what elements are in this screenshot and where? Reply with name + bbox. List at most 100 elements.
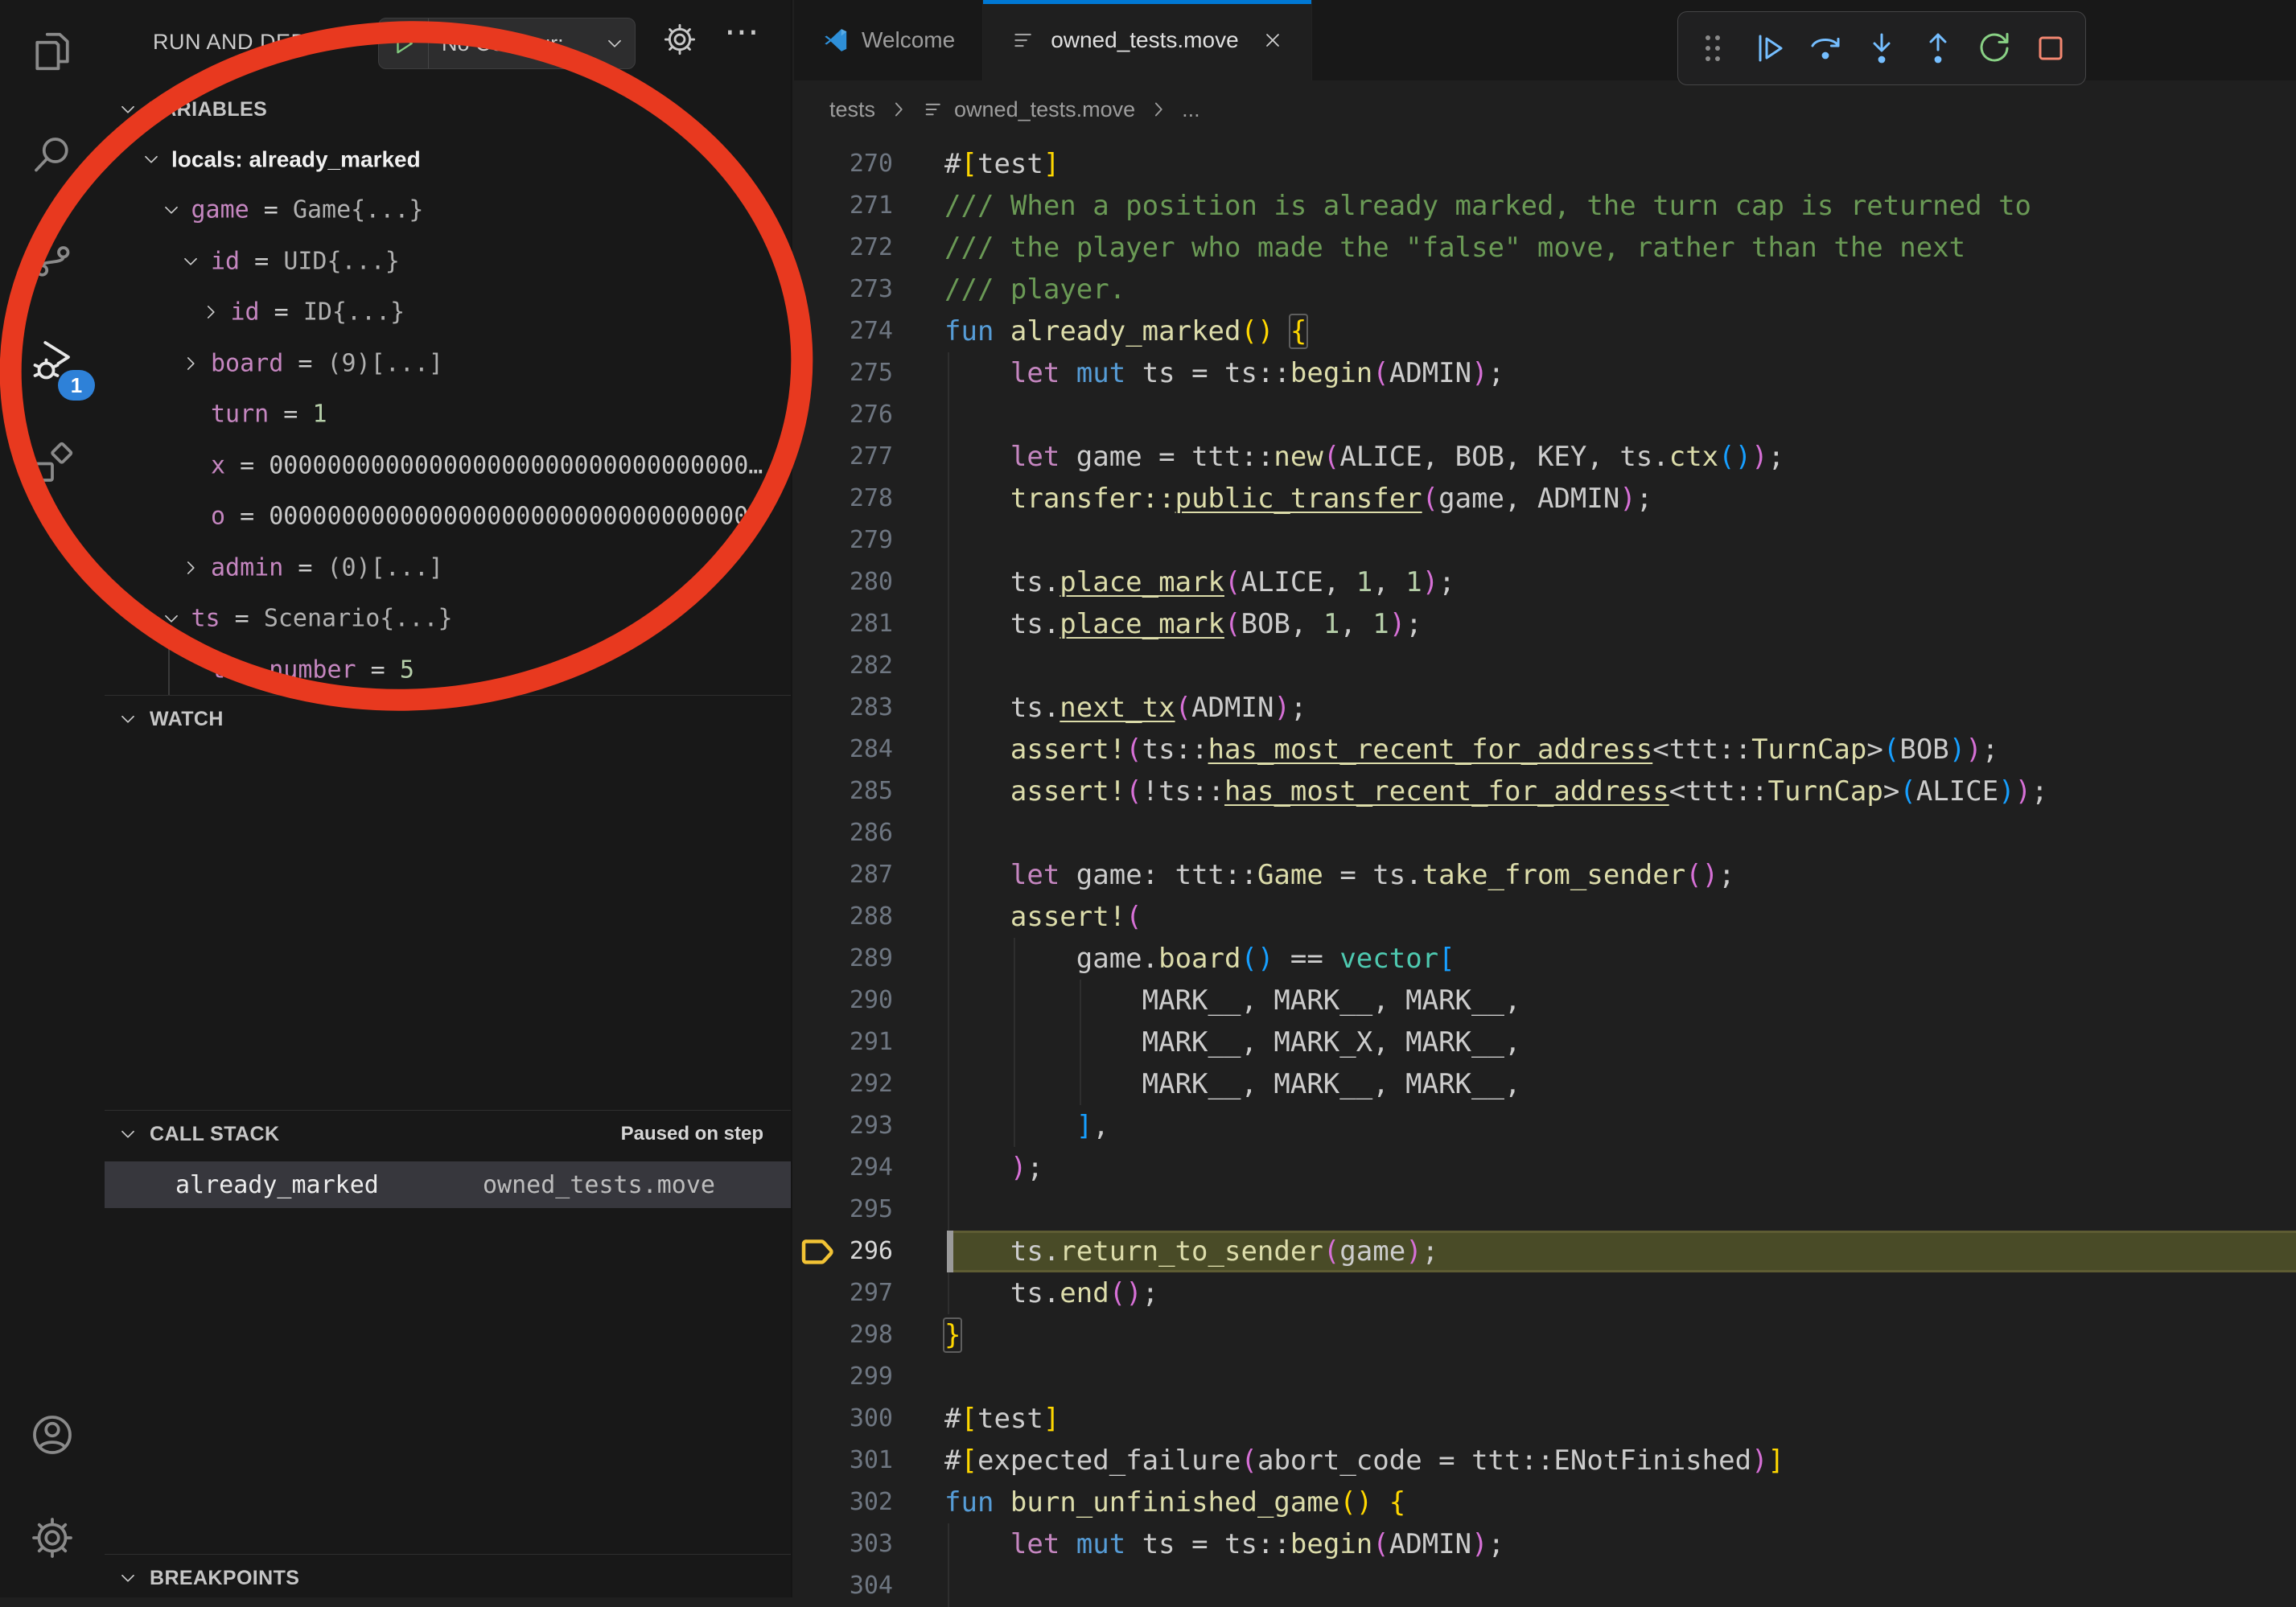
line-number[interactable]: 294 [804,1147,893,1189]
watch-section-header[interactable]: WATCH [105,697,791,742]
breakpoints-section-header[interactable]: BREAKPOINTS [105,1556,791,1601]
line-number[interactable]: 280 [804,561,893,603]
line-number[interactable]: 300 [804,1398,893,1440]
line-number[interactable]: 296 [804,1231,893,1272]
line-number[interactable]: 297 [804,1272,893,1314]
activity-item-account[interactable] [0,1383,105,1486]
variable-row-txn_number[interactable]: txn_number = 5 [105,644,791,696]
code-line-302[interactable]: 302fun burn_unfinished_game() { [794,1482,2296,1523]
close-icon[interactable] [1261,29,1284,51]
activity-item-settings[interactable] [0,1486,105,1589]
line-number[interactable]: 284 [804,729,893,771]
line-number[interactable]: 303 [804,1523,893,1565]
variable-row-o[interactable]: o = 000000000000000000000000000000000… [105,491,791,543]
line-number[interactable]: 275 [804,352,893,394]
step-out-button[interactable] [1910,17,1966,80]
line-number[interactable]: 298 [804,1314,893,1356]
variables-scope-row[interactable]: locals: already_marked [105,134,791,185]
activity-item-extensions[interactable] [0,412,105,515]
code-line-293[interactable]: 293 ], [794,1105,2296,1147]
line-number[interactable]: 292 [804,1063,893,1105]
variable-row-game[interactable]: game = Game{...} [105,185,791,236]
code-line-300[interactable]: 300#[test] [794,1398,2296,1440]
activity-item-search[interactable] [0,103,105,206]
code-line-294[interactable]: 294 ); [794,1147,2296,1189]
code-line-286[interactable]: 286 [794,812,2296,854]
code-line-283[interactable]: 283 ts.next_tx(ADMIN); [794,687,2296,729]
line-number[interactable]: 287 [804,854,893,896]
code-line-291[interactable]: 291 MARK__, MARK_X, MARK__, [794,1021,2296,1063]
line-number[interactable]: 285 [804,771,893,812]
line-number[interactable]: 299 [804,1356,893,1398]
code-line-284[interactable]: 284 assert!(ts::has_most_recent_for_addr… [794,729,2296,771]
code-line-275[interactable]: 275 let mut ts = ts::begin(ADMIN); [794,352,2296,394]
variables-section-header[interactable]: VARIABLES [105,87,791,132]
variable-row-board[interactable]: board = (9)[...] [105,338,791,389]
line-number[interactable]: 278 [804,478,893,520]
more-actions-icon[interactable]: ⋯ [724,11,759,52]
code-line-276[interactable]: 276 [794,394,2296,436]
breadcrumb-item[interactable]: ... [1182,97,1200,122]
activity-item-explorer[interactable] [0,0,105,103]
line-number[interactable]: 302 [804,1482,893,1523]
code-line-287[interactable]: 287 let game: ttt::Game = ts.take_from_s… [794,854,2296,896]
code-line-278[interactable]: 278 transfer::public_transfer(game, ADMI… [794,478,2296,520]
code-line-274[interactable]: 274fun already_marked() { [794,310,2296,352]
activity-item-source-control[interactable] [0,206,105,309]
breadcrumb-item[interactable]: owned_tests.move [954,97,1135,122]
line-number[interactable]: 282 [804,645,893,687]
code-line-299[interactable]: 299 [794,1356,2296,1398]
code-line-273[interactable]: 273/// player. [794,269,2296,310]
line-number[interactable]: 273 [804,269,893,310]
call-stack-section-header[interactable]: CALL STACK Paused on step [105,1112,791,1157]
chevron-down-icon[interactable] [180,251,201,272]
line-number[interactable]: 301 [804,1440,893,1482]
code-line-285[interactable]: 285 assert!(!ts::has_most_recent_for_add… [794,771,2296,812]
continue-button[interactable] [1741,17,1797,80]
line-number[interactable]: 304 [804,1565,893,1607]
variable-row-id[interactable]: id = ID{...} [105,287,791,339]
line-number[interactable]: 281 [804,603,893,645]
code-line-281[interactable]: 281 ts.place_mark(BOB, 1, 1); [794,603,2296,645]
code-line-295[interactable]: 295 [794,1189,2296,1231]
line-number[interactable]: 271 [804,185,893,227]
chevron-down-icon[interactable] [161,199,182,220]
variable-row-x[interactable]: x = 000000000000000000000000000000000… [105,440,791,491]
code-line-303[interactable]: 303 let mut ts = ts::begin(ADMIN); [794,1523,2296,1565]
code-line-298[interactable]: 298} [794,1314,2296,1356]
breadcrumb-item[interactable]: tests [829,97,875,122]
debug-settings-gear-icon[interactable] [661,21,698,62]
code-line-297[interactable]: 297 ts.end(); [794,1272,2296,1314]
variable-row-admin[interactable]: admin = (0)[...] [105,542,791,594]
chevron-right-icon[interactable] [180,557,201,578]
line-number[interactable]: 276 [804,394,893,436]
line-number[interactable]: 283 [804,687,893,729]
variable-row-id[interactable]: id = UID{...} [105,236,791,287]
code-line-304[interactable]: 304 [794,1565,2296,1607]
line-number[interactable]: 289 [804,938,893,980]
chevron-down-icon[interactable] [141,149,162,170]
start-debugging-icon[interactable] [379,18,429,68]
code-line-292[interactable]: 292 MARK__, MARK__, MARK__, [794,1063,2296,1105]
code-line-301[interactable]: 301#[expected_failure(abort_code = ttt::… [794,1440,2296,1482]
variable-row-turn[interactable]: turn = 1 [105,389,791,441]
tab-welcome[interactable]: Welcome [794,0,983,80]
code-line-289[interactable]: 289 game.board() == vector[ [794,938,2296,980]
code-line-271[interactable]: 271/// When a position is already marked… [794,185,2296,227]
line-number[interactable]: 274 [804,310,893,352]
tab-owned_tests-move[interactable]: owned_tests.move [983,0,1311,80]
stop-button[interactable] [2022,17,2079,80]
step-over-button[interactable] [1797,17,1854,80]
line-number[interactable]: 270 [804,143,893,185]
line-number[interactable]: 288 [804,896,893,938]
line-number[interactable]: 293 [804,1105,893,1147]
code-line-277[interactable]: 277 let game = ttt::new(ALICE, BOB, KEY,… [794,436,2296,478]
chevron-right-icon[interactable] [180,353,201,374]
line-number[interactable]: 279 [804,520,893,561]
chevron-right-icon[interactable] [200,302,221,323]
line-number[interactable]: 272 [804,227,893,269]
code-line-290[interactable]: 290 MARK__, MARK__, MARK__, [794,980,2296,1021]
line-number[interactable]: 286 [804,812,893,854]
debug-launch-dropdown[interactable]: No Configur: [378,18,636,69]
line-number[interactable]: 277 [804,436,893,478]
